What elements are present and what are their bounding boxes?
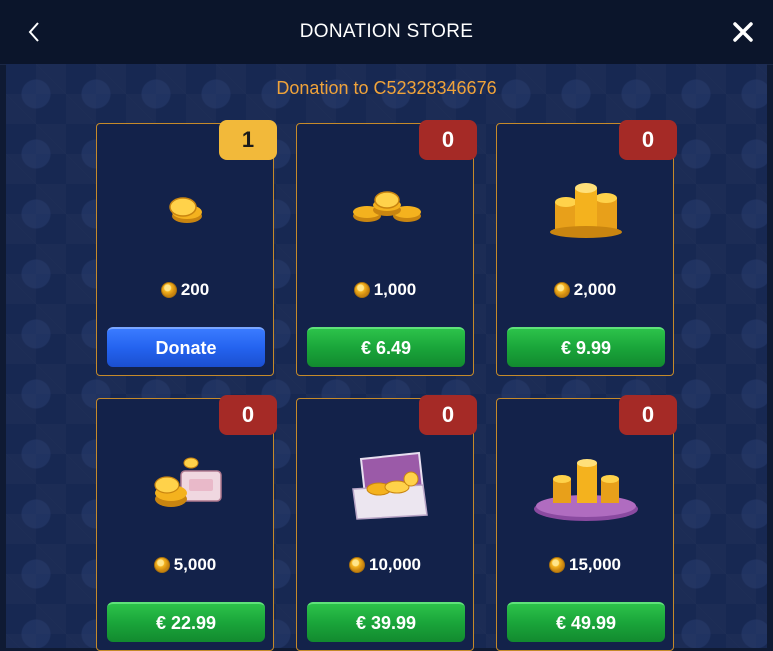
store-panel: Donation to C52328346676 1 200 Donate 0	[6, 64, 767, 651]
coin-amount-value: 2,000	[573, 280, 617, 299]
coin-pile-medium-icon	[353, 191, 421, 222]
coin-amount-value: 10,000	[369, 555, 421, 574]
buy-button[interactable]: € 22.99	[107, 602, 265, 642]
coin-amount-value: 1,000	[373, 280, 417, 299]
coin-icon	[353, 282, 370, 298]
coin-icon	[349, 557, 365, 573]
page-title: DONATION STORE	[299, 21, 474, 42]
back-button[interactable]	[20, 18, 48, 46]
store-item-card: 0 2,000 € 9.99	[496, 120, 677, 376]
coin-pile-small-icon	[169, 197, 202, 223]
donation-recipient: Donation to C52328346676	[276, 78, 497, 98]
coin-wallet-icon	[154, 457, 222, 507]
coin-icon	[553, 282, 570, 298]
coin-chest-icon	[352, 451, 428, 520]
coin-amount-value: 15,000	[569, 555, 621, 574]
coin-amount: 2,000	[497, 280, 673, 300]
coin-platter-icon	[534, 459, 638, 521]
quantity-badge: 1	[219, 120, 277, 160]
chevron-left-icon	[28, 22, 39, 42]
header: DONATION STORE	[0, 0, 773, 65]
coin-icon	[153, 557, 170, 573]
coin-icon	[160, 282, 177, 298]
coin-amount-value: 200	[180, 280, 210, 299]
quantity-badge: 0	[619, 120, 677, 160]
quantity-badge: 0	[619, 395, 677, 435]
quantity-badge: 0	[419, 120, 477, 160]
quantity-badge: 0	[419, 395, 477, 435]
buy-button[interactable]: € 49.99	[507, 602, 665, 642]
store-item-card: 0 10,000 € 39.99	[296, 395, 477, 651]
coin-amount: 1,000	[297, 280, 473, 300]
coin-amount: 10,000	[297, 555, 473, 575]
close-icon	[733, 22, 753, 42]
coin-amount: 200	[97, 280, 273, 300]
quantity-badge: 0	[219, 395, 277, 435]
store-item-card: 0 1,000 € 6.49	[296, 120, 477, 376]
store-item-card: 1 200 Donate	[96, 120, 277, 376]
store-item-card: 0 5,000 € 22.99	[96, 395, 277, 651]
buy-button[interactable]: € 6.49	[307, 327, 465, 367]
coin-amount-value: 5,000	[173, 555, 217, 574]
donate-button[interactable]: Donate	[107, 327, 265, 367]
store-item-card: 0 15,000 € 49.99	[496, 395, 677, 651]
buy-button[interactable]: € 39.99	[307, 602, 465, 642]
close-button[interactable]	[729, 18, 757, 46]
coin-icon	[549, 557, 565, 573]
coin-amount: 15,000	[497, 555, 673, 575]
coin-pile-large-icon	[550, 183, 622, 238]
coin-amount: 5,000	[97, 555, 273, 575]
buy-button[interactable]: € 9.99	[507, 327, 665, 367]
